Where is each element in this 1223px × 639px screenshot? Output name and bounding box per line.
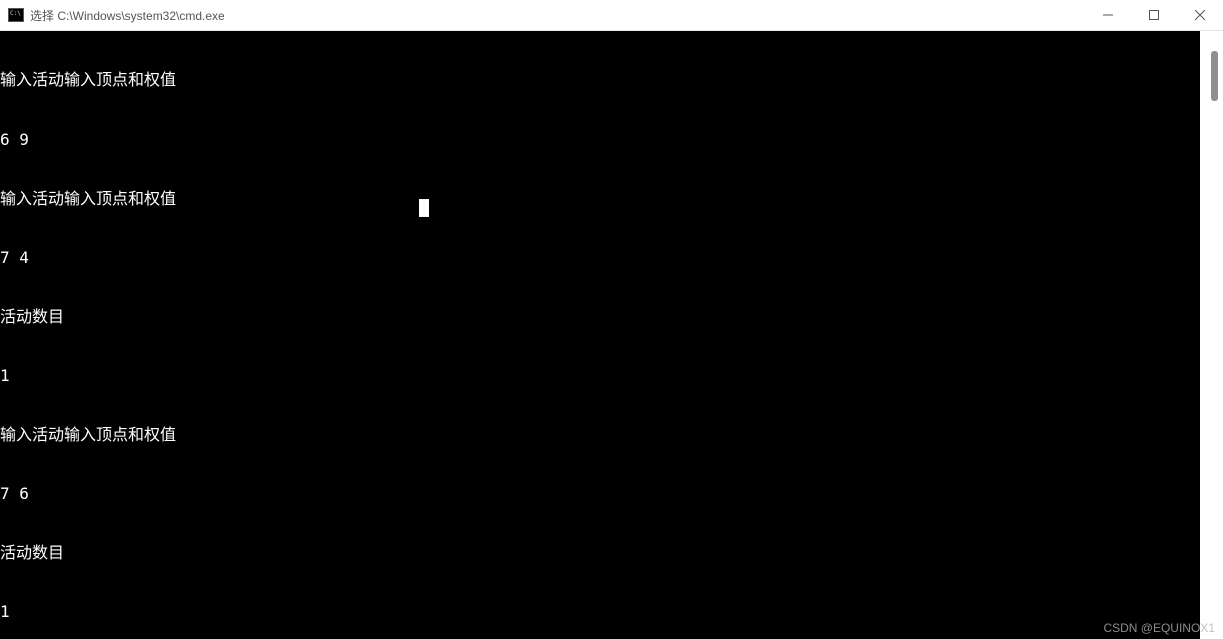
watermark-text: CSDN @EQUINOX1 [1103,621,1215,635]
vertical-scrollbar[interactable] [1200,31,1223,639]
console-line: 输入活动输入顶点和权值 [0,189,1200,209]
console-wrapper: 输入活动输入顶点和权值 6 9 输入活动输入顶点和权值 7 4 活动数目 1 输… [0,31,1223,639]
window-titlebar: 选择 C:\Windows\system32\cmd.exe [0,0,1223,31]
cmd-icon [8,8,24,22]
console-line: 输入活动输入顶点和权值 [0,425,1200,445]
console-line: 输入活动输入顶点和权值 [0,70,1200,90]
console-line: 活动数目 [0,307,1200,327]
maximize-button[interactable] [1131,0,1177,30]
console-line: 7 6 [0,484,1200,504]
window-title: 选择 C:\Windows\system32\cmd.exe [30,7,1085,24]
console-line: 7 4 [0,248,1200,268]
window-controls [1085,0,1223,30]
console-line: 6 9 [0,130,1200,150]
scrollbar-thumb[interactable] [1211,51,1218,101]
console-output[interactable]: 输入活动输入顶点和权值 6 9 输入活动输入顶点和权值 7 4 活动数目 1 输… [0,31,1200,639]
minimize-button[interactable] [1085,0,1131,30]
close-button[interactable] [1177,0,1223,30]
console-line: 1 [0,366,1200,386]
text-cursor [419,199,429,217]
console-line: 1 [0,602,1200,622]
console-line: 活动数目 [0,543,1200,563]
